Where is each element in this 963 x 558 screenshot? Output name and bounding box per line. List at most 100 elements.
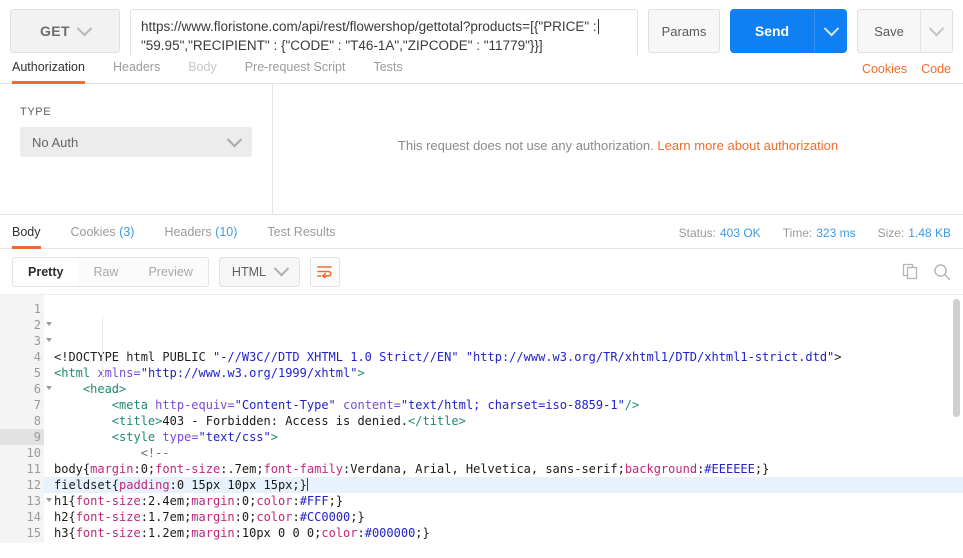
response-cookies-count: (3) (119, 225, 135, 239)
code-token: :0 15px 10px 15px;} (169, 478, 307, 492)
code-token: > (834, 350, 842, 364)
copy-button[interactable] (902, 263, 919, 280)
code-link[interactable]: Code (921, 62, 951, 76)
code-token: margin (191, 494, 235, 508)
auth-type-select[interactable]: No Auth (20, 127, 252, 157)
tab-pre-request-script[interactable]: Pre-request Script (245, 60, 346, 84)
code-token: :0; (133, 462, 156, 476)
code-line: h1{font-size:2.4em;margin:0;color:#FFF;} (54, 493, 963, 509)
line-number: 14 (26, 510, 41, 524)
code-line: body{margin:0;font-size:.7em;font-family… (54, 461, 963, 477)
line-number: 7 (33, 398, 41, 412)
code-token: <meta (111, 398, 156, 412)
code-token: h3{ (54, 526, 76, 540)
response-tab-cookies-label: Cookies (70, 225, 116, 239)
code-token: "-//W3C//DTD XHTML 1.0 Strict//EN" (212, 350, 459, 364)
code-token: #000000 (364, 526, 416, 540)
view-mode-raw[interactable]: Raw (78, 258, 133, 286)
code-token: :0 0 0 0; (227, 542, 292, 543)
tab-headers[interactable]: Headers (113, 60, 160, 84)
code-line: <style type="text/css"> (54, 429, 963, 445)
line-number: 12 (26, 478, 41, 492)
send-button-group: Send (730, 9, 847, 53)
response-tab-bar: Body Cookies (3) Headers (10) Test Resul… (0, 215, 963, 249)
code-token: <title> (111, 414, 163, 428)
response-headers-count: (10) (215, 225, 238, 239)
response-tab-cookies[interactable]: Cookies (3) (71, 225, 135, 249)
code-token: h1{ (54, 494, 76, 508)
code-token: <head> (82, 382, 127, 396)
save-button[interactable]: Save (858, 10, 920, 52)
code-token: font-size (75, 494, 141, 508)
save-button-group: Save (857, 9, 953, 53)
code-content[interactable]: <!DOCTYPE html PUBLIC "-//W3C//DTD XHTML… (44, 295, 963, 543)
tab-tests[interactable]: Tests (373, 60, 402, 84)
save-options-button[interactable] (920, 10, 952, 52)
chevron-down-icon (823, 20, 839, 36)
line-number: 10 (26, 446, 41, 460)
code-token: padding (119, 478, 170, 492)
code-line: fieldset{padding:0 15px 10px 15px;} (44, 477, 963, 493)
word-wrap-button[interactable] (309, 256, 340, 287)
response-body-toolbar: Pretty Raw Preview HTML (0, 249, 963, 294)
code-token: color (321, 526, 358, 540)
code-token: "http://www.w3.org/1999/xhtml" (140, 366, 358, 380)
view-mode-pretty[interactable]: Pretty (13, 257, 79, 286)
code-token: "text/css" (198, 430, 271, 444)
code-token: : (357, 526, 365, 540)
code-token: margin (90, 462, 134, 476)
view-mode-preview[interactable]: Preview (133, 258, 207, 286)
http-method-label: GET (40, 23, 70, 39)
code-editor: 1 2 3 4 5 6 7 8 9 10 11 12 13 14 15 <!DOCTYPE html PUB… (0, 295, 963, 543)
response-tab-body[interactable]: Body (12, 225, 41, 249)
http-method-select[interactable]: GET (10, 9, 120, 53)
url-text-line-2: "59.95","RECIPIENT" : {"CODE" : "T46-1A"… (141, 38, 543, 53)
code-token: #header (54, 542, 105, 543)
code-token: font-family (451, 542, 530, 543)
line-number: 13 (0, 493, 52, 509)
code-line: <meta http-equiv="Content-Type" content=… (54, 397, 963, 413)
tab-authorization[interactable]: Authorization (12, 60, 85, 84)
code-token: :2.4em; (140, 494, 192, 508)
code-token: "Content-Type" (234, 398, 336, 412)
params-button[interactable]: Params (648, 9, 720, 53)
code-token: > (357, 366, 365, 380)
code-token: : (292, 510, 300, 524)
code-token: :1.7em; (140, 510, 192, 524)
indent-guide (102, 317, 103, 381)
authorization-pane: TYPE No Auth This request does not use a… (0, 84, 963, 215)
send-options-button[interactable] (814, 9, 847, 53)
code-token: h2{ (54, 510, 76, 524)
response-format-select[interactable]: HTML (218, 256, 300, 287)
response-meta: Status: 403 OK Time: 323 ms Size: 1.48 KB (679, 226, 951, 248)
search-button[interactable] (933, 263, 951, 281)
url-text-line-1: https://www.floristone.com/api/rest/flow… (141, 19, 597, 34)
line-number: 2 (0, 317, 52, 333)
learn-more-link[interactable]: Learn more about authorization (657, 138, 838, 153)
response-tab-test-results[interactable]: Test Results (267, 225, 335, 249)
code-token: font-family (263, 462, 344, 476)
response-tab-headers[interactable]: Headers (10) (164, 225, 237, 249)
tab-body[interactable]: Body (188, 60, 217, 84)
response-body-viewer[interactable]: 1 2 3 4 5 6 7 8 9 10 11 12 13 14 15 <!DOCTYPE html PUB… (0, 294, 963, 543)
send-button[interactable]: Send (730, 9, 814, 53)
code-token: fieldset{ (54, 478, 120, 492)
chevron-down-icon (273, 260, 290, 277)
cookies-link[interactable]: Cookies (862, 62, 907, 76)
code-token: ;} (754, 462, 770, 476)
code-token: ; (871, 542, 878, 543)
code-token: :1.2em; (140, 526, 192, 540)
code-token: ;} (350, 510, 365, 524)
text-caret (306, 478, 308, 491)
code-token: body{ (54, 462, 91, 476)
code-token: padding (292, 542, 343, 543)
code-token: <style (111, 430, 163, 444)
request-tab-links: Cookies Code (862, 62, 951, 83)
code-token: content= (343, 398, 401, 412)
code-line: <!DOCTYPE html PUBLIC "-//W3C//DTD XHTML… (54, 349, 963, 365)
code-token: ;} (328, 494, 344, 508)
view-mode-group: Pretty Raw Preview (12, 256, 209, 287)
vertical-scrollbar[interactable] (953, 299, 960, 417)
